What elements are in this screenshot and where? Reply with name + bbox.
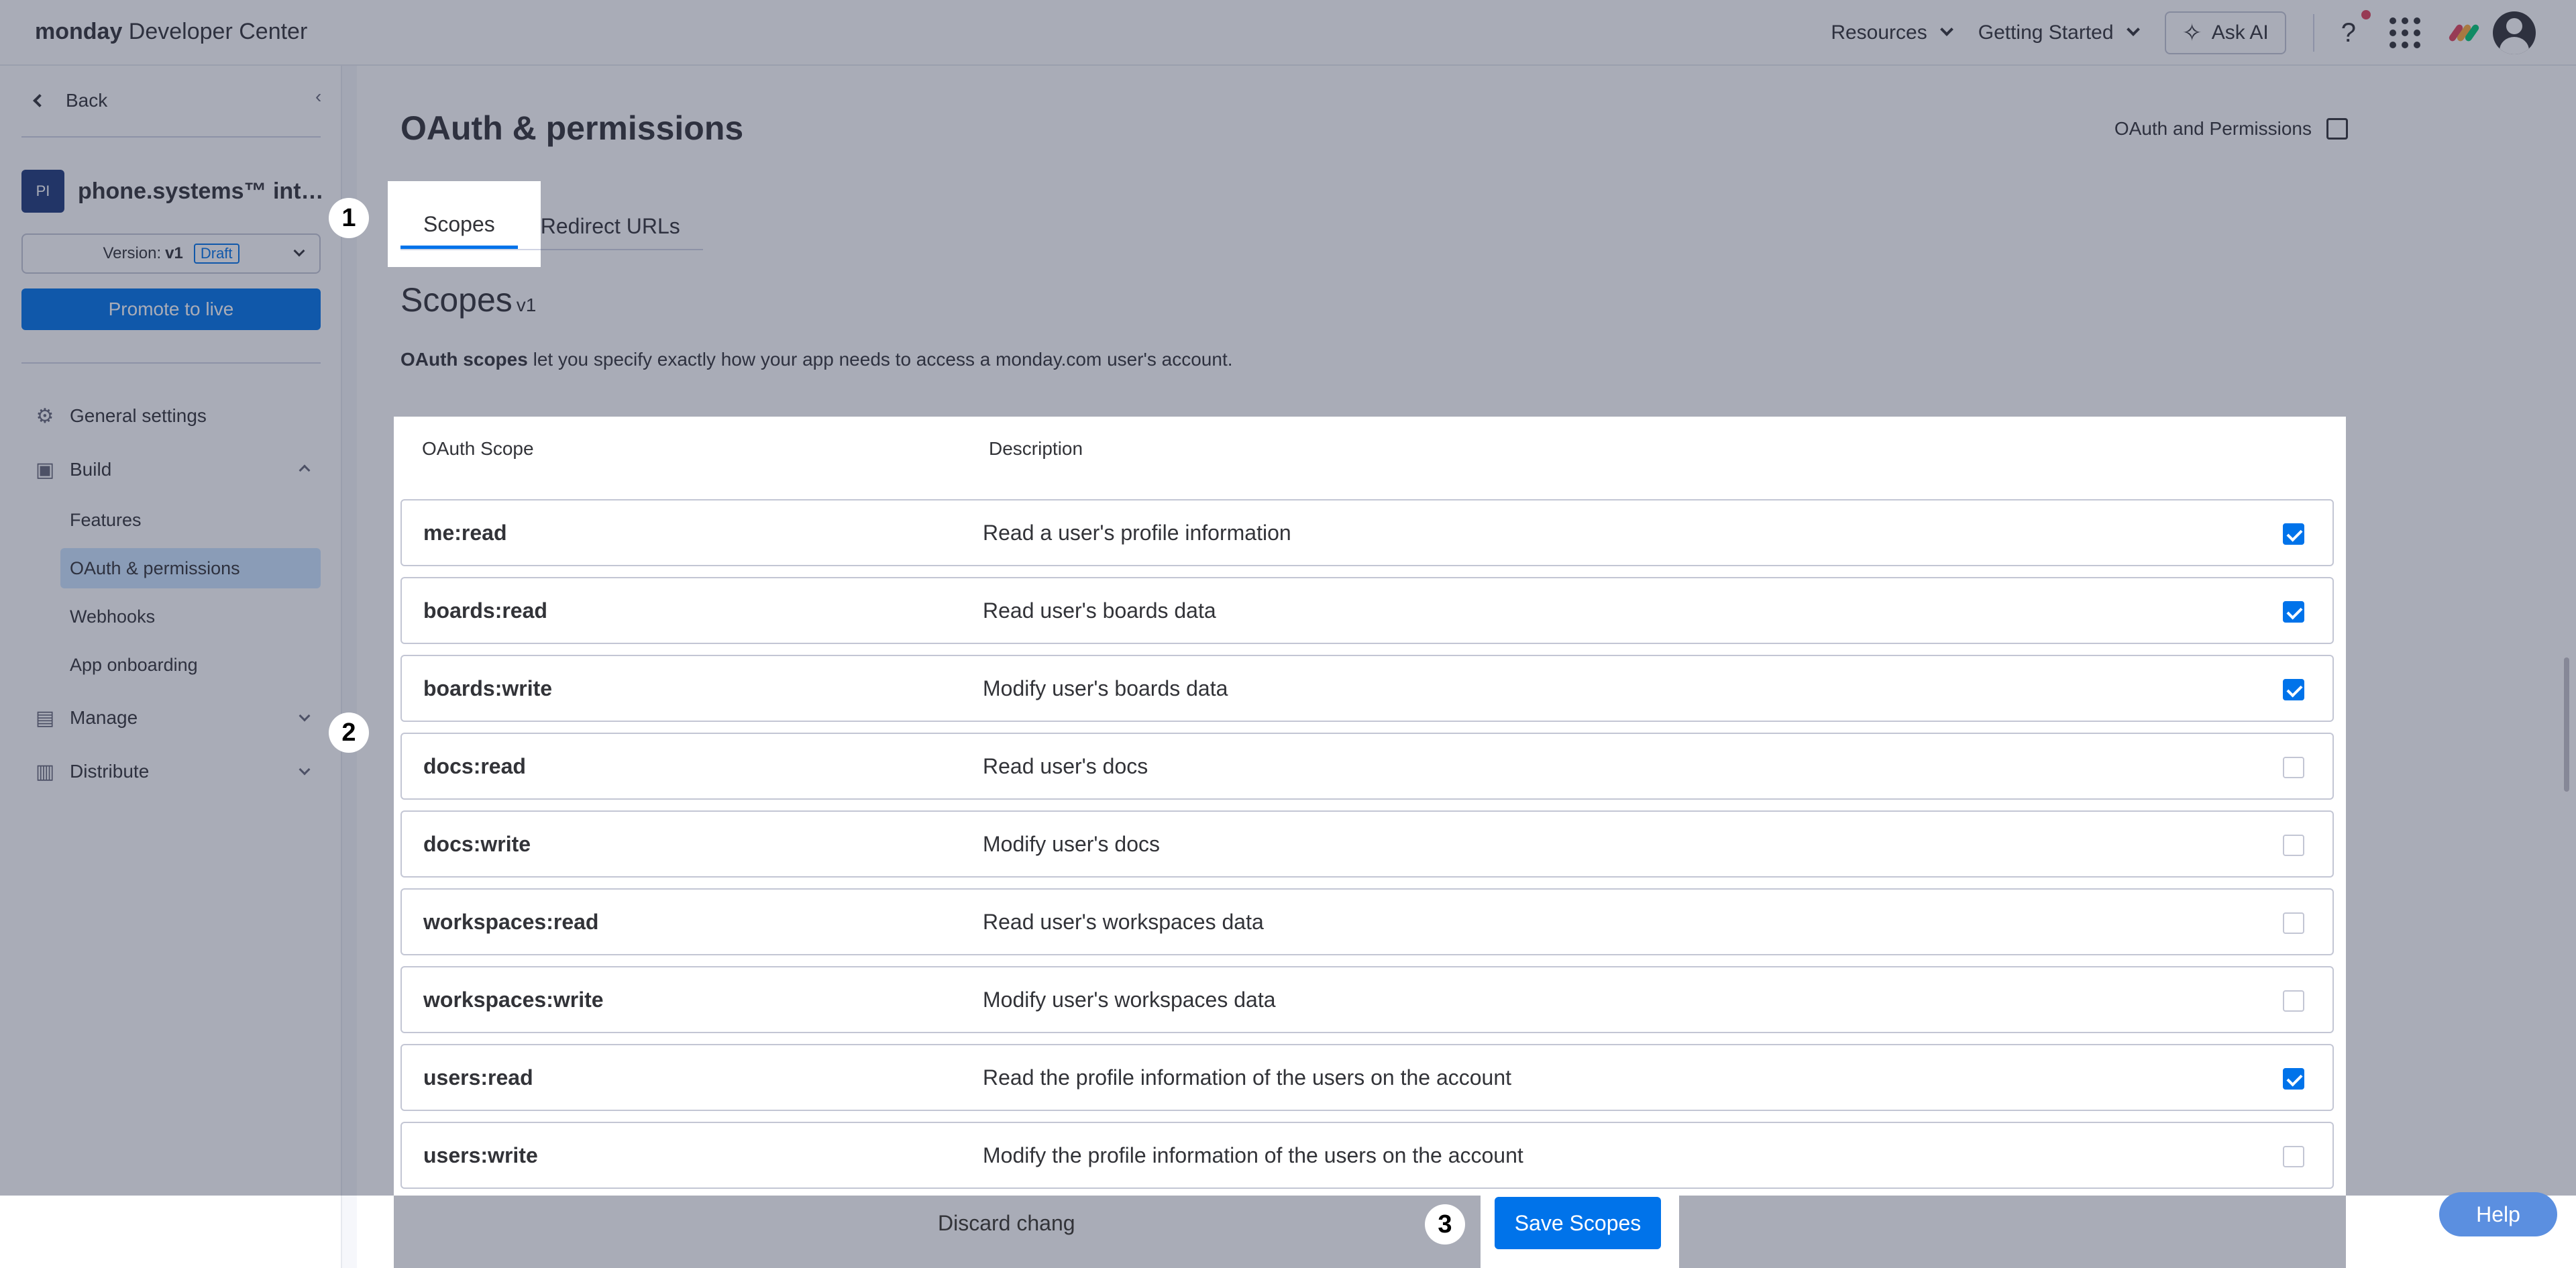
column-header-description: Description [989,438,1083,459]
scope-name: users:write [423,1143,538,1167]
table-row: docs:write Modify user's docs [400,810,2334,878]
scope-name: workspaces:write [423,988,604,1012]
help-button[interactable]: Help [2439,1192,2557,1236]
table-row: users:read Read the profile information o… [400,1044,2334,1111]
column-header-scope: OAuth Scope [422,438,534,459]
save-scopes-button[interactable]: Save Scopes [1495,1197,1661,1249]
scope-name: boards:write [423,676,553,700]
scope-description: Read user's docs [983,754,1148,778]
scope-checkbox[interactable] [2283,601,2304,623]
overlay [2346,417,2576,1196]
tab-scopes[interactable]: Scopes [400,203,518,249]
scrollbar[interactable] [2564,657,2569,792]
scope-checkbox[interactable] [2283,679,2304,700]
overlay [0,417,394,1196]
scope-checkbox[interactable] [2283,757,2304,778]
overlay [541,181,2576,267]
overlay [0,0,2576,181]
step-marker-1: 1 [329,198,369,238]
scope-description: Modify user's boards data [983,676,1228,700]
scope-description: Modify the profile information of the us… [983,1143,1523,1167]
scope-checkbox[interactable] [2283,835,2304,856]
table-row: workspaces:write Modify user's workspaces… [400,966,2334,1033]
table-row: users:write Modify the profile informatio… [400,1122,2334,1189]
scope-description: Modify user's workspaces data [983,988,1276,1012]
scope-name: me:read [423,521,507,545]
scopes-table: OAuth Scope Description me:read Read a us… [394,417,2346,1195]
table-row: me:read Read a user's profile information [400,499,2334,566]
table-row: workspaces:read Read user's workspaces da… [400,888,2334,955]
scope-description: Read user's boards data [983,598,1216,623]
scope-description: Read the profile information of the user… [983,1065,1512,1090]
table-row: boards:write Modify user's boards data [400,655,2334,722]
scope-name: docs:read [423,754,526,778]
overlay [1679,1196,2346,1268]
scope-description: Read a user's profile information [983,521,1291,545]
scope-name: users:read [423,1065,533,1090]
scope-checkbox[interactable] [2283,1068,2304,1090]
scope-description: Modify user's docs [983,832,1160,856]
scope-description: Read user's workspaces data [983,910,1264,934]
table-row: boards:read Read user's boards data [400,577,2334,644]
table-header: OAuth Scope Description [394,417,2346,489]
scope-checkbox[interactable] [2283,1146,2304,1167]
step-marker-2: 2 [329,712,369,753]
overlay [394,1196,1481,1268]
scope-checkbox[interactable] [2283,523,2304,545]
discard-changes-button[interactable]: Discard chang [938,1211,1075,1236]
scope-name: boards:read [423,598,547,623]
scope-checkbox[interactable] [2283,990,2304,1012]
overlay [0,267,2576,417]
step-marker-3: 3 [1425,1204,1465,1245]
scope-name: workspaces:read [423,910,599,934]
table-row: docs:read Read user's docs [400,733,2334,800]
scope-name: docs:write [423,832,531,856]
scope-checkbox[interactable] [2283,912,2304,934]
